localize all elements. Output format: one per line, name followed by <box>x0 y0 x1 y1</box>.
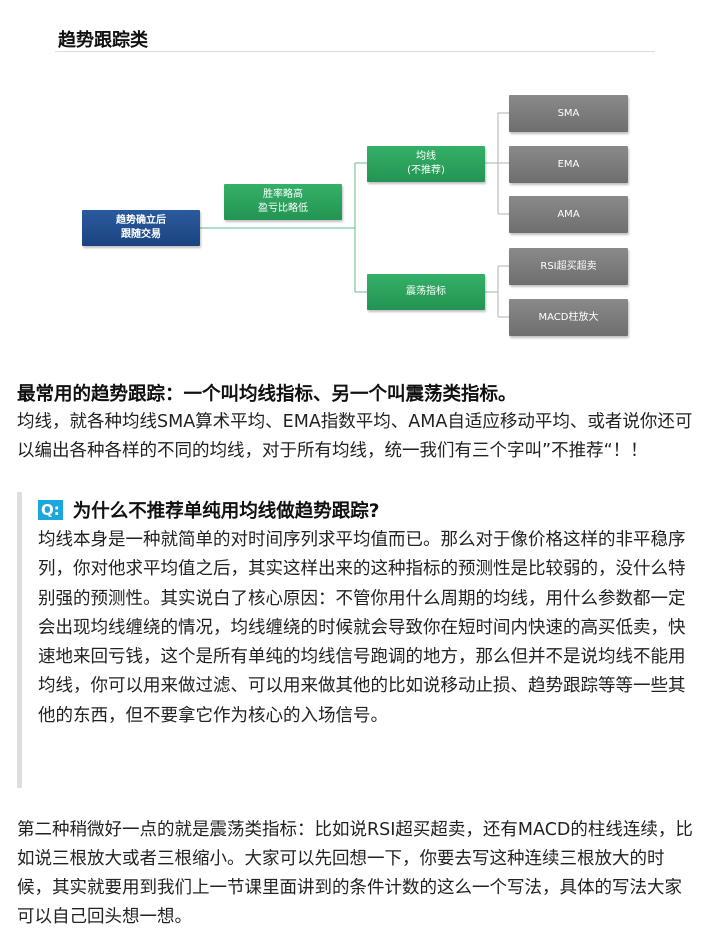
qa-header: Q: 为什么不推荐单纯用均线做趋势跟踪? <box>38 497 379 523</box>
node-oscillator: 震荡指标 <box>367 274 485 310</box>
paragraph-moving-averages: 均线，就各种均线SMA算术平均、EMA指数平均、AMA自适应移动平均、或者说你还… <box>17 412 693 461</box>
trend-following-diagram: 趋势确立后 跟随交易 胜率略高 盈亏比略低 均线 (不推荐) 震荡指标 SMA … <box>0 0 716 360</box>
content-heading: 最常用的趋势跟踪：一个叫均线指标、另一个叫震荡类指标。 <box>17 384 517 405</box>
node-sma: SMA <box>509 95 628 132</box>
node-ama: AMA <box>509 196 628 233</box>
node-level1: 胜率略高 盈亏比略低 <box>224 184 342 220</box>
node-root: 趋势确立后 跟随交易 <box>82 210 200 246</box>
answer-text: 均线本身是一种就简单的对时间序列求平均值而已。那么对于像价格这样的非平稳序列，你… <box>38 530 686 726</box>
paragraph-oscillators: 第二种稍微好一点的就是震荡类指标：比如说RSI超买超卖，还有MACD的柱线连续，… <box>17 820 693 927</box>
node-macd: MACD柱放大 <box>509 299 628 336</box>
qa-blockquote: Q: 为什么不推荐单纯用均线做趋势跟踪? 均线本身是一种就简单的对时间序列求平均… <box>17 492 702 788</box>
node-rsi: RSI超买超卖 <box>509 248 628 285</box>
question-title: 为什么不推荐单纯用均线做趋势跟踪? <box>72 501 380 522</box>
node-moving-average: 均线 (不推荐) <box>367 146 485 182</box>
question-badge: Q: <box>38 500 63 520</box>
node-ema: EMA <box>509 146 628 183</box>
